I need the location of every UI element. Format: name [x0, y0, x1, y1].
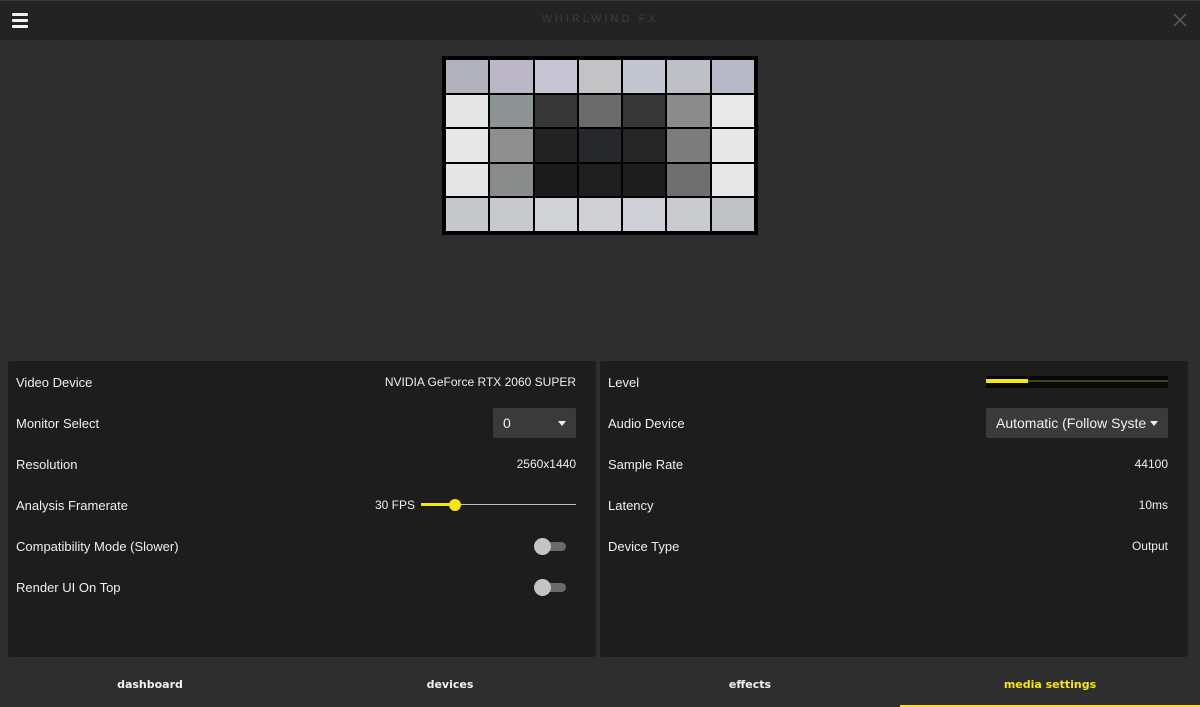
latency-row: Latency 10ms: [608, 489, 1168, 521]
render-on-top-row: Render UI On Top: [16, 571, 576, 603]
audio-device-row: Audio Device Automatic (Follow Syste: [608, 407, 1168, 439]
level-row: Level: [608, 366, 1168, 398]
app-title: WHIRLWIND FX: [541, 13, 659, 25]
preview-cell: [711, 60, 754, 93]
preview-cell: [623, 198, 666, 231]
preview-cell: [490, 129, 533, 162]
preview-cell: [490, 198, 533, 231]
preview-cell: [490, 94, 533, 128]
preview-cell: [534, 94, 577, 128]
preview-cell: [446, 163, 489, 197]
preview-cell: [534, 198, 577, 231]
tab-media-settings[interactable]: media settings: [900, 663, 1200, 707]
framerate-slider[interactable]: [421, 498, 576, 512]
chevron-down-icon: [1150, 420, 1158, 426]
preview-cell: [578, 60, 622, 93]
preview-cell: [578, 198, 622, 231]
video-settings-panel: Video Device NVIDIA GeForce RTX 2060 SUP…: [8, 361, 596, 657]
preview-cell: [578, 129, 622, 162]
preview-cell: [446, 129, 489, 162]
slider-thumb[interactable]: [449, 499, 462, 511]
preview-cell: [446, 94, 489, 128]
audio-device-value: Automatic (Follow Syste: [996, 415, 1147, 431]
sample-rate-value: 44100: [1134, 457, 1168, 471]
preview-cell: [711, 129, 754, 162]
preview-cell: [711, 163, 754, 197]
tab-devices[interactable]: devices: [300, 663, 600, 707]
preview-cell: [490, 60, 533, 93]
chevron-down-icon: [558, 420, 566, 426]
latency-value: 10ms: [1138, 498, 1168, 512]
preview-cell: [623, 60, 666, 93]
resolution-row: Resolution 2560x1440: [16, 448, 576, 480]
preview-grid: [446, 60, 754, 231]
monitor-select-value: 0: [503, 415, 511, 431]
toggle-knob: [534, 579, 551, 596]
preview-cell: [446, 198, 489, 231]
preview-cell: [490, 163, 533, 197]
compatibility-label: Compatibility Mode (Slower): [16, 538, 179, 554]
tab-effects[interactable]: effects: [600, 663, 900, 707]
preview-cell: [534, 129, 577, 162]
audio-device-dropdown[interactable]: Automatic (Follow Syste: [986, 408, 1168, 438]
resolution-label: Resolution: [16, 456, 78, 472]
preview-cell: [711, 198, 754, 231]
level-meter: [986, 376, 1168, 388]
preview-cell: [667, 94, 710, 128]
toggle-knob: [534, 538, 551, 555]
close-icon[interactable]: [1172, 12, 1188, 28]
sample-rate-label: Sample Rate: [608, 456, 684, 472]
device-type-value: Output: [1131, 539, 1168, 553]
preview-cell: [667, 198, 710, 231]
compatibility-toggle[interactable]: [534, 538, 566, 555]
render-on-top-label: Render UI On Top: [16, 579, 121, 595]
monitor-select-row: Monitor Select 0: [16, 407, 576, 439]
framerate-value: 30 FPS: [374, 498, 415, 512]
level-label: Level: [608, 374, 640, 390]
preview-cell: [623, 163, 666, 197]
title-bar: WHIRLWIND FX: [0, 0, 1200, 40]
tab-dashboard[interactable]: dashboard: [0, 663, 300, 707]
preview-cell: [534, 163, 577, 197]
framerate-control: 30 FPS: [375, 498, 576, 512]
sample-rate-row: Sample Rate 44100: [608, 448, 1168, 480]
preview-cell: [667, 163, 710, 197]
preview-cell: [578, 94, 622, 128]
preview-cell: [534, 60, 577, 93]
preview-cell: [623, 94, 666, 128]
screen-preview: [442, 56, 758, 235]
preview-cell: [578, 163, 622, 197]
latency-label: Latency: [608, 497, 654, 513]
compatibility-row: Compatibility Mode (Slower): [16, 530, 576, 562]
preview-cell: [711, 94, 754, 128]
monitor-select-dropdown[interactable]: 0: [493, 408, 576, 438]
video-device-label: Video Device: [16, 374, 93, 390]
video-device-row: Video Device NVIDIA GeForce RTX 2060 SUP…: [16, 366, 576, 398]
framerate-label: Analysis Framerate: [16, 497, 128, 513]
preview-cell: [667, 60, 710, 93]
level-fill: [986, 379, 1028, 383]
device-type-row: Device Type Output: [608, 530, 1168, 562]
preview-cell: [446, 60, 489, 93]
bottom-nav: dashboard devices effects media settings: [0, 663, 1200, 707]
audio-settings-panel: Level Audio Device Automatic (Follow Sys…: [600, 361, 1188, 657]
preview-cell: [667, 129, 710, 162]
resolution-value: 2560x1440: [516, 457, 576, 471]
audio-device-label: Audio Device: [608, 415, 685, 431]
preview-cell: [623, 129, 666, 162]
device-type-label: Device Type: [608, 538, 680, 554]
framerate-row: Analysis Framerate 30 FPS: [16, 489, 576, 521]
render-on-top-toggle[interactable]: [534, 579, 566, 596]
monitor-select-label: Monitor Select: [16, 415, 100, 431]
video-device-value: NVIDIA GeForce RTX 2060 SUPER: [384, 375, 576, 389]
